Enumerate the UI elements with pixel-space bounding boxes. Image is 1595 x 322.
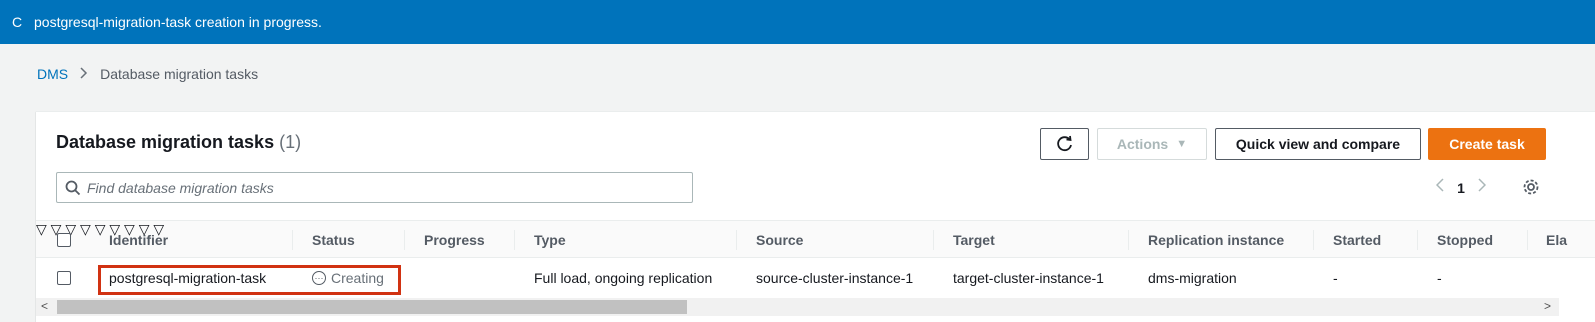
search-icon xyxy=(65,180,81,195)
create-task-button[interactable]: Create task xyxy=(1428,128,1546,160)
row-checkbox[interactable] xyxy=(57,271,71,285)
breadcrumb-current: Database migration tasks xyxy=(100,66,259,82)
table-header: Identifier ▽ Status ▽ Progress ▽ Type ▽ … xyxy=(36,220,1595,258)
breadcrumb: DMS Database migration tasks xyxy=(37,66,258,82)
highlight-box xyxy=(98,265,401,295)
sort-icon[interactable]: ▽ xyxy=(36,221,47,237)
refresh-icon xyxy=(1056,135,1072,152)
panel-title: Database migration tasks xyxy=(56,132,275,152)
search-placeholder: Find database migration tasks xyxy=(87,179,274,196)
col-replication-instance[interactable]: Replication instance xyxy=(1148,221,1284,259)
sort-icon[interactable]: ▽ xyxy=(95,221,106,237)
spinner-icon: C xyxy=(12,14,23,30)
task-count: (1) xyxy=(279,132,302,152)
col-source[interactable]: Source xyxy=(756,221,803,259)
pagination: 1 xyxy=(1431,178,1491,197)
page-title: Database migration tasks (1) xyxy=(56,132,301,153)
col-stopped[interactable]: Stopped xyxy=(1437,221,1493,259)
col-progress[interactable]: Progress xyxy=(424,221,485,259)
cell-started: - xyxy=(1333,270,1338,286)
search-input[interactable]: Find database migration tasks xyxy=(56,172,693,203)
cell-stopped: - xyxy=(1437,270,1442,286)
caret-down-icon: ▼ xyxy=(1176,138,1188,150)
scrollbar-thumb[interactable] xyxy=(57,300,687,314)
gear-icon[interactable] xyxy=(1522,178,1540,199)
refresh-button[interactable] xyxy=(1040,128,1089,160)
flash-banner: C postgresql-migration-task creation in … xyxy=(0,0,1595,44)
col-type[interactable]: Type xyxy=(534,221,566,259)
col-started[interactable]: Started xyxy=(1333,221,1381,259)
chevron-right-icon xyxy=(80,66,88,82)
cell-type: Full load, ongoing replication xyxy=(534,270,713,286)
scroll-left-icon[interactable]: < xyxy=(41,299,48,313)
select-all-checkbox[interactable] xyxy=(57,233,71,247)
actions-label: Actions xyxy=(1116,136,1169,152)
next-page-icon[interactable] xyxy=(1473,178,1491,197)
col-identifier[interactable]: Identifier xyxy=(109,221,168,259)
cell-replication-instance: dms-migration xyxy=(1148,270,1237,286)
col-elapsed[interactable]: Ela xyxy=(1546,221,1567,259)
prev-page-icon[interactable] xyxy=(1431,178,1449,197)
col-target[interactable]: Target xyxy=(953,221,995,259)
col-status[interactable]: Status xyxy=(312,221,355,259)
cell-target: target-cluster-instance-1 xyxy=(953,270,1104,286)
page-number[interactable]: 1 xyxy=(1449,180,1473,196)
actions-button[interactable]: Actions ▼ xyxy=(1097,128,1207,160)
quick-view-compare-button[interactable]: Quick view and compare xyxy=(1215,128,1421,160)
horizontal-scrollbar[interactable]: < > xyxy=(36,298,1559,316)
scroll-right-icon[interactable]: > xyxy=(1544,299,1551,313)
breadcrumb-dms-link[interactable]: DMS xyxy=(37,66,68,82)
cell-source: source-cluster-instance-1 xyxy=(756,270,914,286)
flash-message: postgresql-migration-task creation in pr… xyxy=(34,14,322,30)
sort-icon[interactable]: ▽ xyxy=(80,221,91,237)
tasks-panel: Database migration tasks (1) Actions ▼ Q… xyxy=(36,111,1595,322)
